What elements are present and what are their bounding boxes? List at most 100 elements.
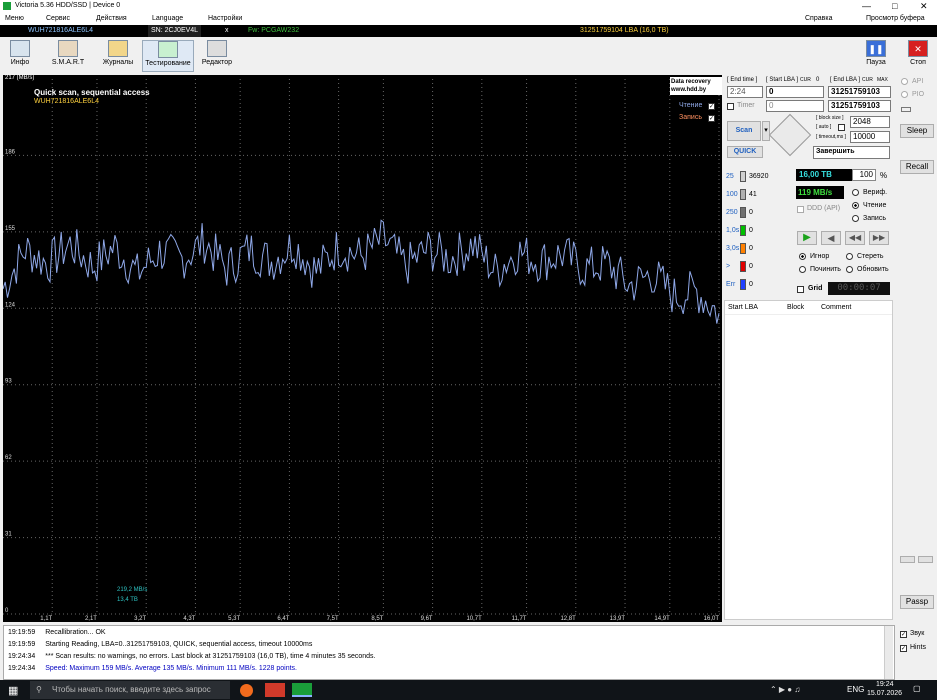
smart-button[interactable]: S.M.A.R.T bbox=[48, 40, 88, 72]
notifications-icon[interactable]: ▢ bbox=[913, 684, 921, 693]
small-button-1[interactable] bbox=[900, 556, 915, 563]
y-tick-label: 31 bbox=[5, 532, 12, 538]
minimize-icon[interactable]: — bbox=[862, 0, 871, 12]
ignore-radio[interactable] bbox=[799, 253, 806, 260]
x-tick-label: 7,5T bbox=[327, 616, 339, 622]
close-icon[interactable]: ✕ bbox=[920, 0, 928, 12]
menu-item-service[interactable]: Сервис bbox=[46, 12, 70, 25]
maximize-icon[interactable]: □ bbox=[892, 0, 897, 12]
passport-button[interactable]: Passp bbox=[900, 595, 934, 609]
verify-radio[interactable] bbox=[852, 189, 859, 196]
erase-radio[interactable] bbox=[846, 253, 853, 260]
victoria-taskbar-icon[interactable] bbox=[292, 683, 312, 697]
sleep-button[interactable]: Sleep bbox=[900, 124, 934, 138]
grid-checkbox[interactable] bbox=[797, 286, 804, 293]
device-info-bar: WUH721816ALE6L4 SN: 2CJ0EV4L x Fw: PCGAW… bbox=[0, 25, 937, 37]
info-button[interactable]: Инфо bbox=[4, 40, 36, 72]
log-entry: 19:24:34 Speed: Maximum 159 MB/s. Average… bbox=[8, 665, 297, 672]
read-radio[interactable] bbox=[852, 202, 859, 209]
control-panel: [ End time ] [ Start LBA ] CUR 0 [ End L… bbox=[724, 75, 895, 622]
menu-item-help[interactable]: Справка bbox=[805, 12, 832, 25]
testing-icon bbox=[158, 41, 178, 58]
counter-label: 100 bbox=[726, 191, 738, 198]
write-legend-checkbox[interactable]: ✓ bbox=[708, 115, 715, 122]
ignore-label: Игнор bbox=[810, 253, 830, 260]
play-button[interactable]: ▶ bbox=[797, 231, 817, 245]
timer-field[interactable]: 0 bbox=[766, 100, 824, 112]
menu-item-buffer[interactable]: Просмотр буфера bbox=[866, 12, 925, 25]
col-block[interactable]: Block bbox=[787, 304, 804, 311]
language-indicator[interactable]: ENG bbox=[847, 685, 864, 694]
x-tick-label: 4,3T bbox=[183, 616, 195, 622]
timer-checkbox[interactable] bbox=[727, 103, 734, 110]
blocksize-select[interactable]: 2048 bbox=[850, 116, 890, 128]
counter-value: 0 bbox=[749, 281, 753, 288]
quick-button[interactable]: QUICK bbox=[727, 146, 763, 158]
repair-radio[interactable] bbox=[799, 266, 806, 273]
auto-checkbox[interactable] bbox=[838, 124, 845, 131]
folder-icon bbox=[108, 40, 128, 57]
endlba2-field[interactable]: 31251759103 bbox=[828, 100, 891, 112]
log-scrollbar[interactable] bbox=[884, 626, 893, 679]
endtime-field[interactable]: 2:24 bbox=[727, 86, 763, 98]
editor-button[interactable]: Редактор bbox=[198, 40, 236, 72]
windows-start-icon[interactable]: ▦ bbox=[8, 684, 18, 697]
percent-display: 100 bbox=[852, 169, 876, 181]
log-message: Recallibration... OK bbox=[45, 629, 106, 636]
menu-item-language[interactable]: Language bbox=[152, 12, 183, 25]
pause-button[interactable]: ❚❚ Пауза bbox=[862, 40, 890, 72]
col-comment[interactable]: Comment bbox=[821, 304, 851, 311]
write-radio[interactable] bbox=[852, 215, 859, 222]
menu-item-settings[interactable]: Настройки bbox=[208, 12, 242, 25]
read-legend-label: Чтение bbox=[679, 102, 703, 109]
ddd-checkbox[interactable] bbox=[797, 206, 804, 213]
log-time: 19:19:59 bbox=[8, 641, 36, 648]
endlba-field[interactable]: 31251759103 bbox=[828, 86, 891, 98]
recall-button[interactable]: Recall bbox=[900, 160, 934, 174]
skip-back-button[interactable]: ◀◀ bbox=[845, 231, 865, 245]
app-taskbar-icon[interactable] bbox=[265, 683, 285, 697]
clock-time[interactable]: 19:24 bbox=[876, 681, 894, 688]
read-legend-checkbox[interactable]: ✓ bbox=[708, 103, 715, 110]
scan-button[interactable]: Scan bbox=[727, 121, 761, 141]
scan-dropdown[interactable]: ▾ bbox=[762, 121, 770, 141]
col-start-lba[interactable]: Start LBA bbox=[728, 304, 758, 311]
taskbar: ▦ ⚲ Чтобы начать поиск, введите здесь за… bbox=[0, 680, 937, 700]
testing-button[interactable]: Тестирование bbox=[142, 40, 194, 72]
finish-select[interactable]: Завершить bbox=[813, 146, 890, 159]
device-capacity: 31251759104 LBA (16,0 TB) bbox=[580, 27, 669, 34]
x-tick-label: 6,4T bbox=[277, 616, 289, 622]
auto-label: [ auto ] bbox=[816, 124, 832, 130]
x-tick-label: 2,1T bbox=[85, 616, 97, 622]
logs-button[interactable]: Журналы bbox=[98, 40, 138, 72]
skip-end-button[interactable]: ▶▶ bbox=[869, 231, 889, 245]
erase-label: Стереть bbox=[857, 253, 884, 260]
toolbar: Инфо S.M.A.R.T Журналы Тестирование Реда… bbox=[0, 37, 937, 73]
hints-checkbox[interactable]: ✓ bbox=[900, 645, 907, 652]
direction-pad[interactable] bbox=[768, 113, 812, 157]
speed-display: 119 MB/s bbox=[796, 186, 844, 199]
timeout-select[interactable]: 10000 bbox=[850, 131, 890, 143]
taskbar-search[interactable]: ⚲ Чтобы начать поиск, введите здесь запр… bbox=[30, 681, 230, 699]
refresh-radio[interactable] bbox=[846, 266, 853, 273]
pio-radio[interactable] bbox=[901, 91, 908, 98]
clock-display: 00:00:07 bbox=[828, 282, 890, 295]
sound-checkbox[interactable]: ✓ bbox=[900, 631, 907, 638]
y-tick-label: 186 bbox=[5, 149, 16, 155]
percent-sign: % bbox=[880, 171, 888, 180]
startlba-field[interactable]: 0 bbox=[766, 86, 824, 98]
small-button-2[interactable] bbox=[918, 556, 933, 563]
close-device-button[interactable]: x bbox=[225, 25, 229, 37]
table-header: Start LBA Block Comment bbox=[725, 301, 892, 315]
tray-icons[interactable]: ⌃ ▶ ● ♫ bbox=[770, 685, 800, 694]
back-button[interactable]: ◀ bbox=[821, 231, 841, 245]
menu-item-menu[interactable]: Меню bbox=[5, 12, 24, 25]
counter-label: 1,0s bbox=[726, 227, 740, 234]
clock-date[interactable]: 15.07.2026 bbox=[867, 690, 902, 697]
api-radio[interactable] bbox=[901, 78, 908, 85]
firefox-icon[interactable] bbox=[240, 684, 253, 697]
menu-item-actions[interactable]: Действия bbox=[96, 12, 127, 25]
log-message: *** Scan results: no warnings, no errors… bbox=[45, 653, 376, 660]
x-tick-label: 9,6T bbox=[421, 616, 433, 622]
stop-button[interactable]: ✕ Стоп bbox=[904, 40, 932, 72]
